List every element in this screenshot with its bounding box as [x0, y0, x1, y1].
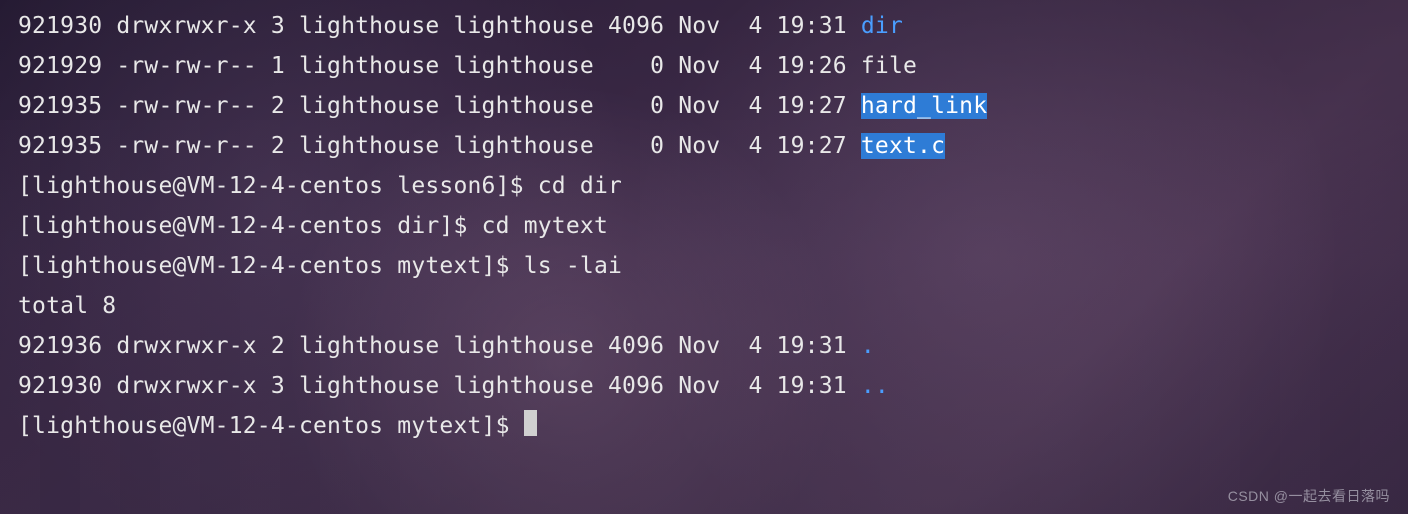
ls-row: 921930 drwxrwxr-x 3 lighthouse lighthous…: [18, 6, 1390, 46]
prompt-line: [lighthouse@VM-12-4-centos lesson6]$ cd …: [18, 166, 1390, 206]
shell-prompt: [lighthouse@VM-12-4-centos lesson6]$: [18, 173, 538, 199]
ls-row: 921929 -rw-rw-r-- 1 lighthouse lighthous…: [18, 46, 1390, 86]
prompt-line: [lighthouse@VM-12-4-centos mytext]$: [18, 406, 1390, 446]
shell-prompt: [lighthouse@VM-12-4-centos mytext]$: [18, 413, 524, 439]
ls-row: 921936 drwxrwxr-x 2 lighthouse lighthous…: [18, 326, 1390, 366]
shell-prompt: [lighthouse@VM-12-4-centos dir]$: [18, 213, 482, 239]
cursor[interactable]: [524, 410, 537, 436]
terminal-output[interactable]: 921930 drwxrwxr-x 3 lighthouse lighthous…: [0, 0, 1408, 452]
file-name: hard_link: [861, 93, 987, 119]
file-name: ..: [861, 373, 889, 399]
shell-prompt: [lighthouse@VM-12-4-centos mytext]$: [18, 253, 524, 279]
ls-row: 921935 -rw-rw-r-- 2 lighthouse lighthous…: [18, 86, 1390, 126]
prompt-line: [lighthouse@VM-12-4-centos dir]$ cd myte…: [18, 206, 1390, 246]
watermark-text: CSDN @一起去看日落吗: [1228, 486, 1390, 506]
ls-row: 921935 -rw-rw-r-- 2 lighthouse lighthous…: [18, 126, 1390, 166]
total-line: total 8: [18, 286, 1390, 326]
ls-row: 921930 drwxrwxr-x 3 lighthouse lighthous…: [18, 366, 1390, 406]
command-text: cd dir: [538, 173, 622, 199]
file-name: dir: [861, 13, 903, 39]
prompt-line: [lighthouse@VM-12-4-centos mytext]$ ls -…: [18, 246, 1390, 286]
file-name: file: [861, 53, 917, 79]
file-name: text.c: [861, 133, 945, 159]
command-text: cd mytext: [482, 213, 608, 239]
command-text: ls -lai: [524, 253, 622, 279]
file-name: .: [861, 333, 875, 359]
